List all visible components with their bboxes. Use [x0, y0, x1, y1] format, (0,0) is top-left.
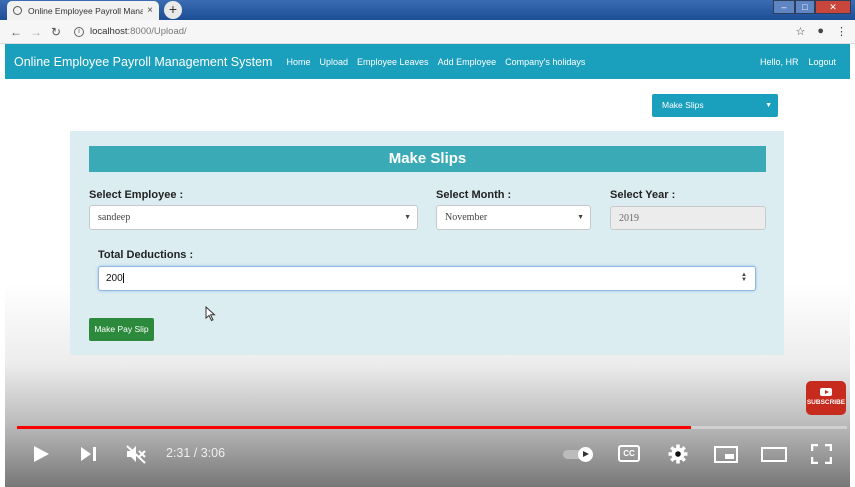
subscribe-label: SUBSCRIBE	[806, 399, 846, 406]
screen: Online Employee Payroll Manage × + ‒ □ ✕…	[0, 0, 855, 487]
nav-link-upload[interactable]: Upload	[319, 57, 348, 67]
nav-link-home[interactable]: Home	[286, 57, 310, 67]
mouse-cursor-icon	[205, 306, 216, 322]
nav-link-add-employee[interactable]: Add Employee	[438, 57, 497, 67]
brand-title[interactable]: Online Employee Payroll Management Syste…	[14, 55, 272, 69]
month-select[interactable]: November ▼	[436, 205, 591, 230]
account-icon[interactable]: ●	[817, 25, 824, 38]
url-path: :8000/Upload/	[127, 26, 187, 37]
globe-icon	[13, 6, 22, 15]
tab-close-icon[interactable]: ×	[147, 5, 153, 16]
employee-label: Select Employee :	[89, 189, 184, 201]
minimize-button[interactable]: ‒	[773, 0, 795, 14]
window-controls: ‒ □ ✕	[773, 0, 851, 14]
maximize-button[interactable]: □	[795, 0, 815, 14]
month-select-value: November	[445, 212, 488, 223]
star-icon[interactable]: ☆	[795, 25, 805, 38]
address-bar: ← → ↻ i localhost:8000/Upload/ ☆ ● ⋮	[0, 20, 855, 44]
back-icon[interactable]: ←	[8, 25, 24, 39]
miniplayer-icon[interactable]	[714, 446, 738, 463]
deductions-input-value: 200	[106, 273, 123, 284]
reload-icon[interactable]: ↻	[48, 25, 64, 39]
autoplay-knob-icon	[578, 447, 593, 462]
play-icon[interactable]	[32, 445, 50, 463]
next-icon[interactable]	[80, 446, 98, 462]
number-spinner-icon[interactable]: ▲ ▼	[741, 272, 747, 283]
chevron-down-icon: ▼	[765, 102, 772, 109]
subscribe-button[interactable]: SUBSCRIBE	[806, 381, 846, 415]
autoplay-toggle[interactable]	[563, 447, 597, 462]
chevron-down-icon: ▼	[577, 214, 584, 221]
panel-title: Make Slips	[89, 146, 766, 172]
text-caret	[122, 273, 124, 284]
youtube-play-icon	[820, 388, 832, 396]
make-pay-slip-button[interactable]: Make Pay Slip	[89, 318, 154, 341]
deductions-input[interactable]: 200 ▲ ▼	[98, 266, 756, 291]
browser-tabstrip: Online Employee Payroll Manage × + ‒ □ ✕	[0, 0, 855, 20]
year-field[interactable]: 2019	[610, 206, 766, 230]
url-field[interactable]: localhost:8000/Upload/	[90, 26, 187, 37]
month-label: Select Month :	[436, 189, 512, 201]
url-host: localhost	[90, 26, 128, 37]
video-progress-fill	[17, 426, 691, 429]
year-field-value: 2019	[619, 213, 639, 224]
video-progress-bar[interactable]	[17, 426, 847, 429]
info-icon[interactable]: i	[74, 26, 84, 37]
fullscreen-icon[interactable]	[811, 444, 832, 464]
logout-link[interactable]: Logout	[808, 57, 836, 67]
app-navbar: Online Employee Payroll Management Syste…	[5, 44, 850, 79]
browser-tab[interactable]: Online Employee Payroll Manage ×	[7, 1, 159, 20]
employee-select[interactable]: sandeep ▼	[89, 205, 418, 230]
year-label: Select Year :	[610, 189, 676, 201]
nav-links: Home Upload Employee Leaves Add Employee…	[286, 57, 585, 67]
cc-icon[interactable]: CC	[618, 445, 640, 462]
new-tab-button[interactable]: +	[164, 1, 182, 19]
close-window-button[interactable]: ✕	[815, 0, 851, 14]
video-time: 2:31 / 3:06	[166, 446, 226, 460]
mute-icon[interactable]	[125, 444, 147, 464]
chevron-down-icon: ▼	[404, 214, 411, 221]
browser-actions: ☆ ● ⋮	[795, 25, 855, 38]
nav-user-area: Hello, HR Logout	[760, 57, 850, 67]
forward-icon[interactable]: →	[28, 25, 44, 39]
user-greeting: Hello, HR	[759, 56, 799, 67]
action-select-value: Make Slips	[662, 100, 704, 110]
action-select[interactable]: Make Slips ▼	[652, 94, 778, 117]
theater-icon[interactable]	[761, 447, 787, 462]
settings-icon[interactable]	[668, 444, 688, 464]
employee-select-value: sandeep	[98, 212, 131, 223]
nav-link-employee-leaves[interactable]: Employee Leaves	[357, 57, 429, 67]
nav-link-company-holidays[interactable]: Company's holidays	[505, 57, 585, 67]
tab-title: Online Employee Payroll Manage	[28, 5, 144, 16]
menu-icon[interactable]: ⋮	[836, 25, 847, 38]
deductions-label: Total Deductions :	[98, 249, 194, 261]
